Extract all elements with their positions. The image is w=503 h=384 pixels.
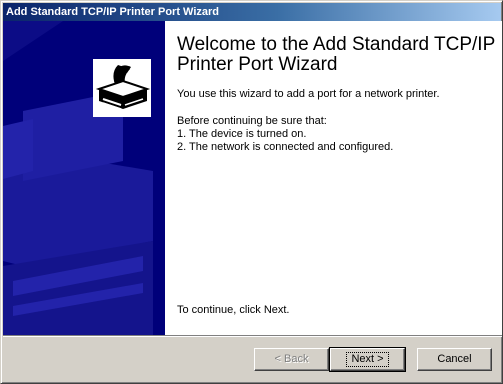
checklist-label: Before continuing be sure that: — [177, 115, 327, 127]
cancel-button-label: Cancel — [437, 353, 472, 365]
wizard-side-banner — [3, 21, 165, 335]
page-title: Welcome to the Add Standard TCP/IP Print… — [177, 34, 495, 75]
next-button-label: Next > — [346, 352, 389, 367]
intro-text: You use this wizard to add a port for a … — [177, 88, 440, 100]
next-button[interactable]: Next > — [329, 347, 406, 372]
cancel-button[interactable]: Cancel — [417, 348, 492, 371]
back-button[interactable]: < Back — [254, 348, 329, 371]
back-button-label: < Back — [274, 353, 309, 365]
wizard-content: Welcome to the Add Standard TCP/IP Print… — [165, 21, 502, 335]
continue-hint: To continue, click Next. — [177, 304, 290, 316]
title-bar[interactable]: Add Standard TCP/IP Printer Port Wizard — [3, 3, 501, 21]
checklist-item: 1. The device is turned on. — [177, 128, 307, 140]
checklist-item: 2. The network is connected and configur… — [177, 141, 394, 153]
window-title: Add Standard TCP/IP Printer Port Wizard — [6, 6, 220, 18]
button-separator — [3, 335, 502, 337]
wizard-window: Add Standard TCP/IP Printer Port Wizard — [0, 0, 503, 384]
printer-wizard-icon — [93, 59, 151, 117]
